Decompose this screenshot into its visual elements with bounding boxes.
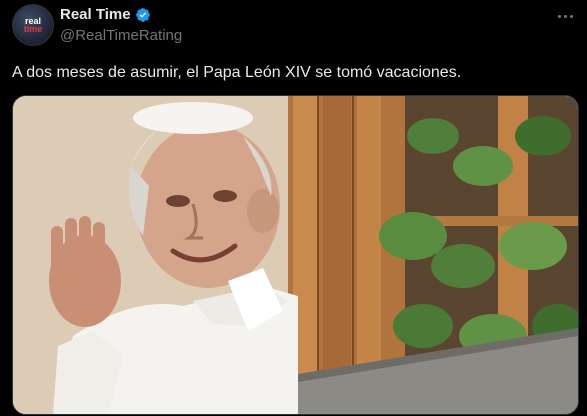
dot (563, 14, 567, 18)
handle[interactable]: @RealTimeRating (60, 27, 182, 44)
display-name[interactable]: Real Time (60, 6, 131, 23)
dot (557, 14, 561, 18)
tweet-media-photo[interactable] (12, 95, 579, 415)
avatar-logo-text-bottom: time (23, 24, 43, 34)
dot (569, 14, 573, 18)
tweet-text: A dos meses de asumir, el Papa León XIV … (12, 64, 462, 81)
photo-illustration (13, 96, 578, 414)
avatar[interactable]: real time (12, 4, 54, 46)
more-options-icon[interactable] (555, 8, 575, 24)
name-row: Real Time (60, 6, 151, 23)
verified-badge-icon (135, 7, 150, 22)
tweet-header: real time Real Time @RealTimeRating (12, 4, 575, 48)
